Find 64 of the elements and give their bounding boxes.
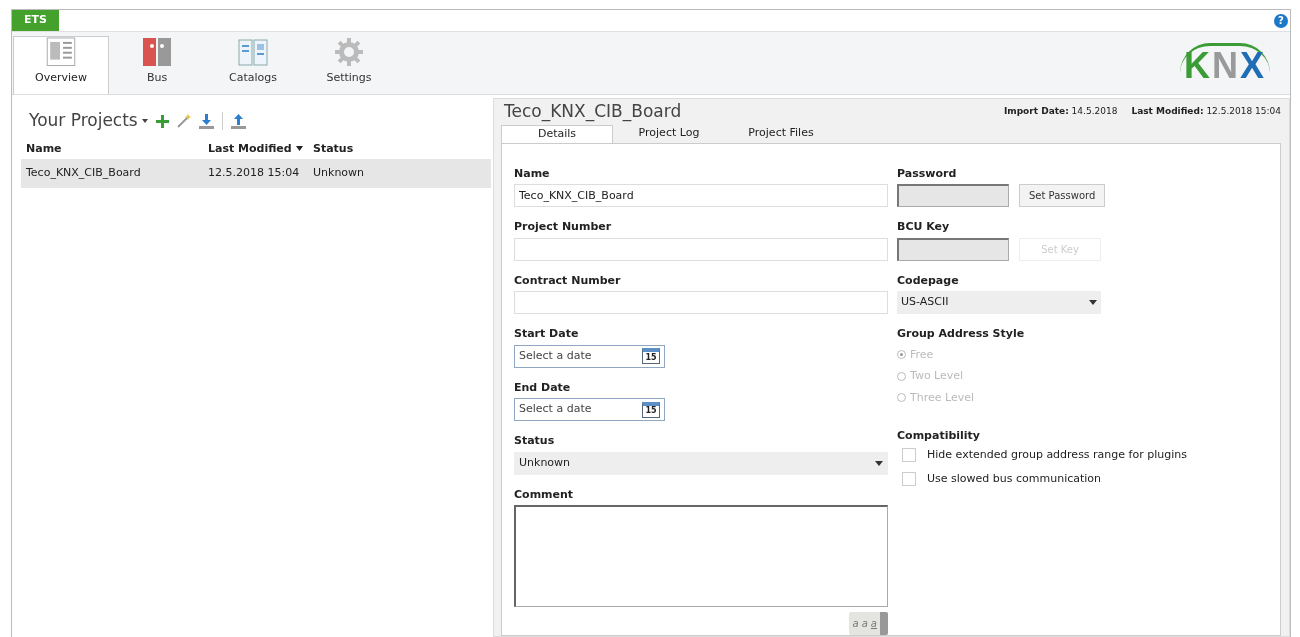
detail-tab[interactable]: Project Files	[725, 124, 837, 143]
comment-field[interactable]	[514, 505, 888, 607]
detail-tab[interactable]: Project Log	[613, 124, 725, 143]
caret-icon	[141, 119, 148, 123]
field-label: Start Date	[514, 326, 580, 342]
text-field[interactable]	[514, 237, 888, 261]
field-label: BCU Key	[897, 219, 951, 235]
key-field[interactable]	[897, 237, 1009, 261]
format-button[interactable]: a	[870, 616, 877, 631]
field-label: Contract Number	[514, 272, 622, 289]
table-cell-text: Teco_KNX_CIB_Board	[26, 165, 142, 182]
project-row[interactable]: Teco_KNX_CIB_Board 12.5.2018 15:04 Unknown	[21, 159, 491, 188]
projects-menu[interactable]: Your Projects	[29, 108, 148, 134]
field-label: Comment	[514, 486, 575, 503]
format-button[interactable]: a	[861, 616, 868, 631]
checkbox[interactable]	[902, 447, 916, 462]
detail-tab[interactable]: Details	[501, 124, 613, 143]
calendar-icon[interactable]: 15	[642, 348, 660, 364]
codepage-dropdown[interactable]: US-ASCII	[897, 291, 1101, 314]
logo: KNX	[1180, 42, 1270, 84]
gear-icon	[334, 36, 364, 67]
column-header[interactable]: Status	[313, 140, 393, 157]
format-toolbar[interactable]: a a a	[848, 612, 888, 635]
column-header[interactable]: Name	[26, 140, 208, 157]
heads-icon	[142, 36, 172, 67]
status-dropdown[interactable]: Unknown	[514, 451, 888, 475]
field-label: Group Address Style	[897, 326, 1026, 342]
caret-icon	[875, 460, 883, 466]
project-title: Teco_KNX_CIB_Board	[504, 100, 682, 124]
field-label: Project Number	[514, 219, 613, 235]
date-field[interactable]: Select a date 15	[514, 398, 665, 421]
wand-icon[interactable]	[176, 114, 191, 128]
caret-icon	[1089, 300, 1097, 305]
table-cell-text: Unknown	[313, 165, 366, 182]
checkbox[interactable]	[902, 472, 916, 487]
date-field[interactable]: Select a date 15	[514, 344, 665, 368]
column-header[interactable]: Last Modified	[208, 140, 313, 157]
calendar-icon[interactable]: 15	[642, 401, 660, 418]
ribbon-tab[interactable]: Catalogs	[205, 36, 301, 94]
field-label: Codepage	[897, 272, 960, 289]
field-label: Status	[514, 433, 556, 449]
import-date: Import Date: 14.5.2018	[1003, 105, 1118, 118]
upload-icon[interactable]	[230, 113, 246, 129]
set-button[interactable]: Set Password	[1019, 184, 1106, 207]
format-button[interactable]: a	[852, 616, 859, 631]
last-modified: Last Modified: 12.5.2018 15:04	[1131, 105, 1281, 118]
field-label: Password	[897, 165, 958, 182]
document-icon	[46, 37, 76, 67]
text-field[interactable]	[514, 291, 888, 314]
field-label: Compatibility	[897, 428, 982, 444]
checkbox-option[interactable]: Hide extended group address range for plugins	[897, 446, 1280, 463]
table-cell-text: 12.5.2018 15:04	[208, 165, 301, 182]
ribbon-tab[interactable]: Settings	[301, 36, 397, 94]
book-icon	[238, 36, 268, 67]
key-field[interactable]	[897, 184, 1009, 207]
download-icon[interactable]	[198, 113, 214, 129]
field-label: Name	[514, 165, 551, 182]
text-field[interactable]: Teco_KNX_CIB_Board	[514, 184, 888, 207]
checkbox-option[interactable]: Use slowed bus communication	[897, 471, 1280, 488]
field-label: End Date	[514, 379, 572, 396]
ribbon-tab[interactable]: Overview	[13, 36, 109, 94]
ribbon-tab[interactable]: Bus	[109, 36, 205, 94]
add-icon[interactable]	[155, 114, 169, 128]
help-icon[interactable]: ?	[1274, 13, 1288, 28]
